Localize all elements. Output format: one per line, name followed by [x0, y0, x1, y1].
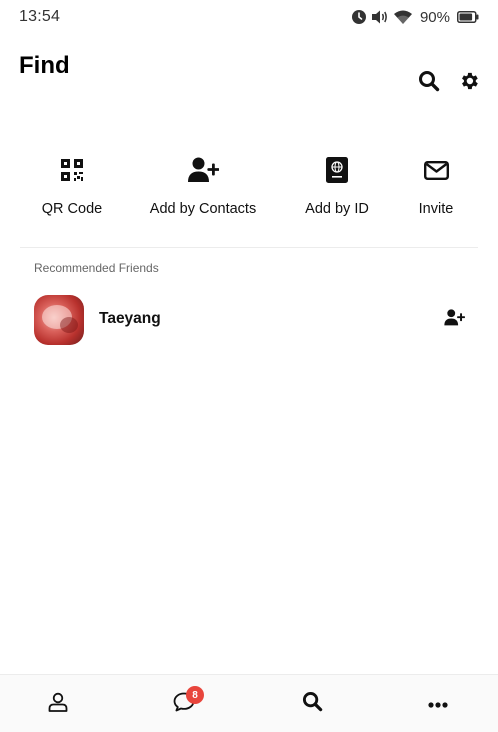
action-label: Add by ID	[305, 201, 369, 217]
action-qr-code[interactable]: QR Code	[42, 150, 102, 230]
action-label: QR Code	[41, 201, 103, 217]
add-friend-button[interactable]	[441, 308, 467, 332]
action-add-by-id[interactable]: Add by ID	[302, 150, 372, 230]
person-icon	[48, 692, 68, 717]
qr-code-icon	[61, 150, 83, 190]
status-bar: 13:54 90%	[0, 0, 498, 34]
action-add-by-contacts[interactable]: Add by Contacts	[146, 150, 260, 230]
page-title: Find	[19, 52, 70, 79]
volume-icon	[371, 9, 389, 25]
add-friend-actions: QR Code Add by Contacts Add by ID Invite	[20, 150, 478, 248]
search-button[interactable]	[416, 70, 442, 96]
status-icons: 90%	[351, 9, 479, 26]
nav-more[interactable]	[408, 675, 468, 732]
search-icon	[302, 691, 323, 717]
header: Find	[0, 34, 498, 114]
action-label: Invite	[418, 201, 454, 217]
add-user-icon	[187, 150, 219, 190]
alarm-icon	[351, 9, 367, 25]
nav-friends[interactable]	[28, 675, 88, 732]
id-book-icon	[326, 150, 348, 190]
settings-button[interactable]	[456, 70, 482, 96]
friend-name: Taeyang	[99, 310, 161, 327]
nav-chats[interactable]: 8	[154, 675, 214, 732]
action-label: Add by Contacts	[149, 201, 257, 217]
envelope-icon	[423, 150, 449, 190]
unread-badge: 8	[186, 686, 204, 704]
nav-find[interactable]	[282, 675, 342, 732]
action-invite[interactable]: Invite	[406, 150, 466, 230]
status-time: 13:54	[19, 8, 61, 25]
more-dots-icon	[428, 695, 448, 713]
add-user-icon	[443, 309, 465, 331]
search-icon	[418, 70, 440, 97]
section-label-recommended: Recommended Friends	[34, 261, 159, 275]
settings-gear-icon	[458, 70, 480, 97]
friend-row[interactable]: Taeyang	[20, 288, 478, 352]
avatar[interactable]	[34, 295, 84, 345]
bottom-nav: 8	[0, 674, 498, 732]
battery-icon	[457, 11, 479, 23]
wifi-icon	[393, 9, 413, 25]
battery-percent: 90%	[419, 8, 450, 26]
